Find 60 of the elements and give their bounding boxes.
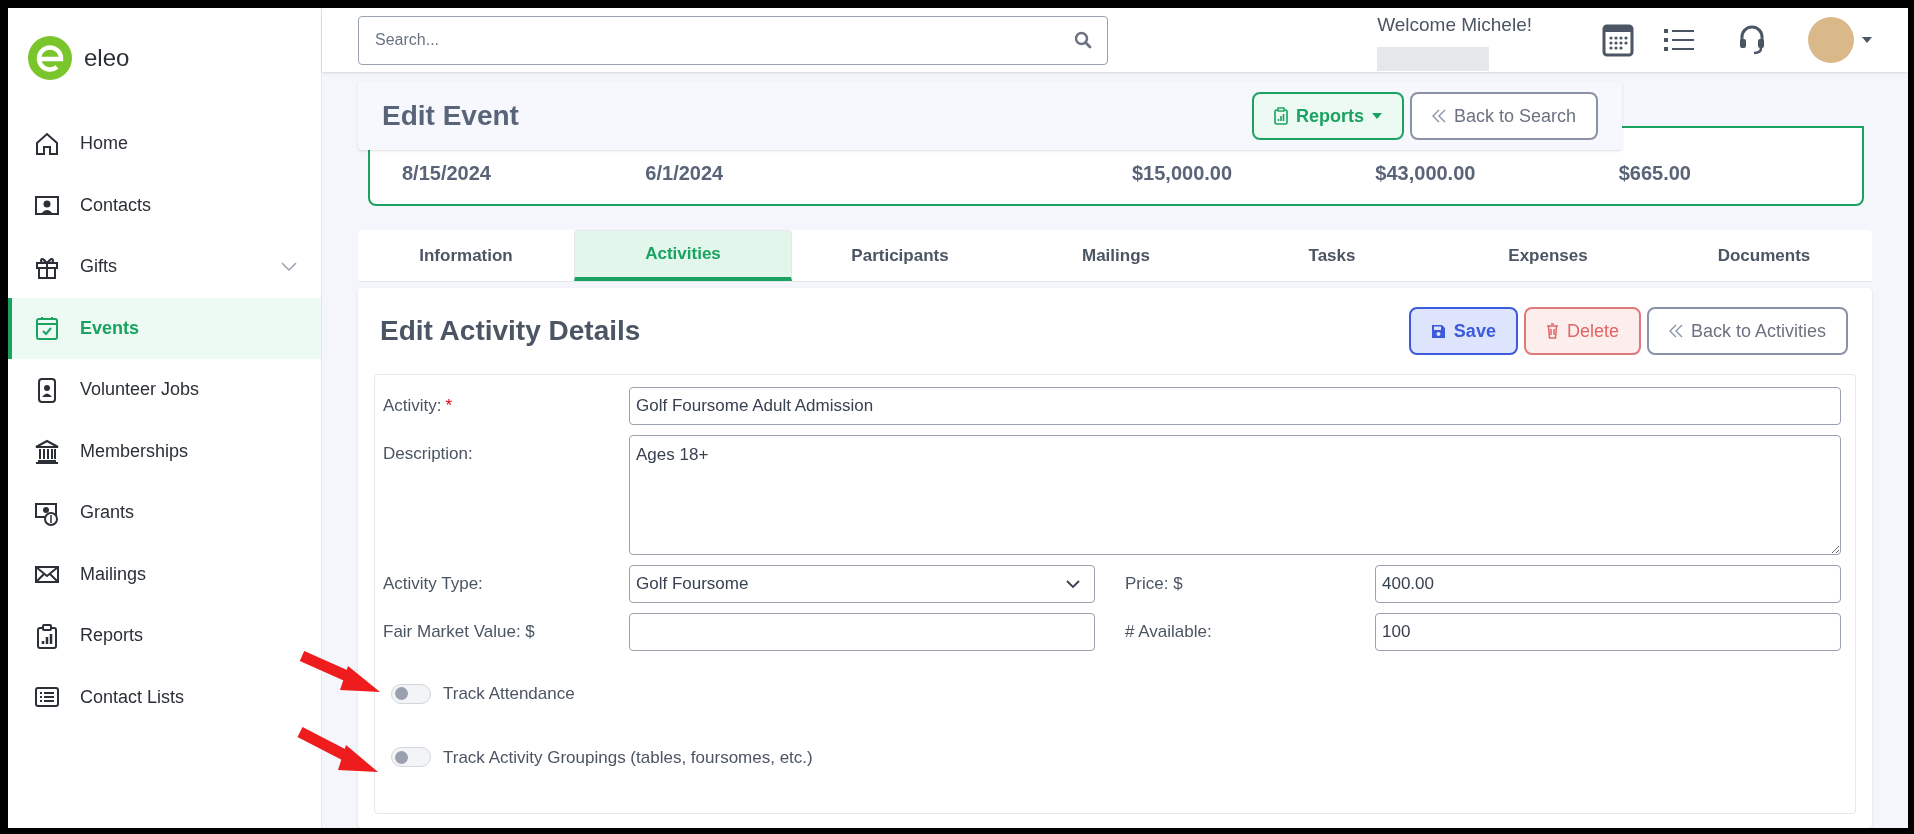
page-title: Edit Event [382,99,519,133]
field-label: Description: [382,443,474,465]
sidebar-item[interactable]: Memberships [8,420,321,482]
tab[interactable]: Documents [1656,230,1872,281]
home-icon [34,130,60,157]
tab[interactable]: Information [358,230,574,281]
activity-type-select[interactable]: Golf Foursome [629,565,1095,603]
sidebar-item[interactable]: Home [8,113,321,175]
summary-value: $43,000.00 [1375,161,1477,186]
calendar-check-icon [34,315,60,342]
sidebar-item[interactable]: Volunteer Jobs [8,359,321,421]
headset-icon[interactable] [1738,24,1766,56]
field-label: # Available: [1124,621,1213,643]
sidebar-item[interactable]: Contacts [8,174,321,236]
summary-value: 6/1/2024 [645,161,725,186]
trash-icon [1545,323,1559,339]
caret-icon [1371,113,1382,119]
double-chevron-left-icon [1668,324,1683,338]
clipboard-chart-icon [34,622,60,649]
field-label: Fair Market Value: $ [382,621,536,643]
input-field[interactable] [629,613,1095,651]
section-title: Edit Activity Details [380,314,641,348]
toggle-switch[interactable] [391,683,431,704]
tab[interactable]: Expenses [1440,230,1656,281]
toggle-switch[interactable] [391,747,431,768]
back-button[interactable]: Back to Activities [1646,307,1848,355]
toggle-label: Track Attendance [443,683,575,705]
double-chevron-left-icon [1431,109,1446,123]
input-field[interactable]: Golf Foursome Adult Admission [629,387,1841,425]
chevron-down-icon [1066,580,1080,588]
summary-value: 8/15/2024 [402,161,492,186]
save-button[interactable]: Save [1408,307,1518,355]
list-icon[interactable] [1664,28,1694,52]
brand-name: eleo [84,43,130,73]
sidebar-item[interactable]: Grants [8,482,321,544]
tab[interactable]: Tasks [1224,230,1440,281]
tab[interactable]: Participants [792,230,1008,281]
field-label: Activity: * [382,395,454,417]
caret-icon[interactable] [1862,37,1872,43]
sidebar-item[interactable]: Mailings [8,543,321,605]
calendar-icon[interactable] [1602,23,1634,57]
input-field[interactable]: 100 [1375,613,1841,651]
field-label: Price: $ [1124,573,1184,595]
toggle-label: Track Activity Groupings (tables, foursomes, etc.) [443,746,813,769]
logo-icon [28,36,72,80]
summary-value: $665.00 [1618,161,1692,186]
back-button[interactable]: Back to Search [1409,92,1598,140]
input-field[interactable]: 400.00 [1375,565,1841,603]
sidebar-item[interactable]: Reports [8,605,321,667]
welcome-text: Welcome Michele! [1377,12,1532,37]
bank-building-icon [34,438,60,465]
sidebar-item[interactable]: Contact Lists [8,666,321,728]
clipboard-chart-icon [1273,107,1288,125]
field-label: Activity Type: [382,573,484,595]
sidebar-item[interactable]: Gifts [8,236,321,298]
search-field[interactable]: Search... [358,15,1108,65]
search-icon[interactable] [1074,30,1092,49]
tab[interactable]: Mailings [1008,230,1224,281]
summary-value: $15,000.00 [1132,161,1234,186]
description-field[interactable]: Ages 18+ [629,435,1841,555]
